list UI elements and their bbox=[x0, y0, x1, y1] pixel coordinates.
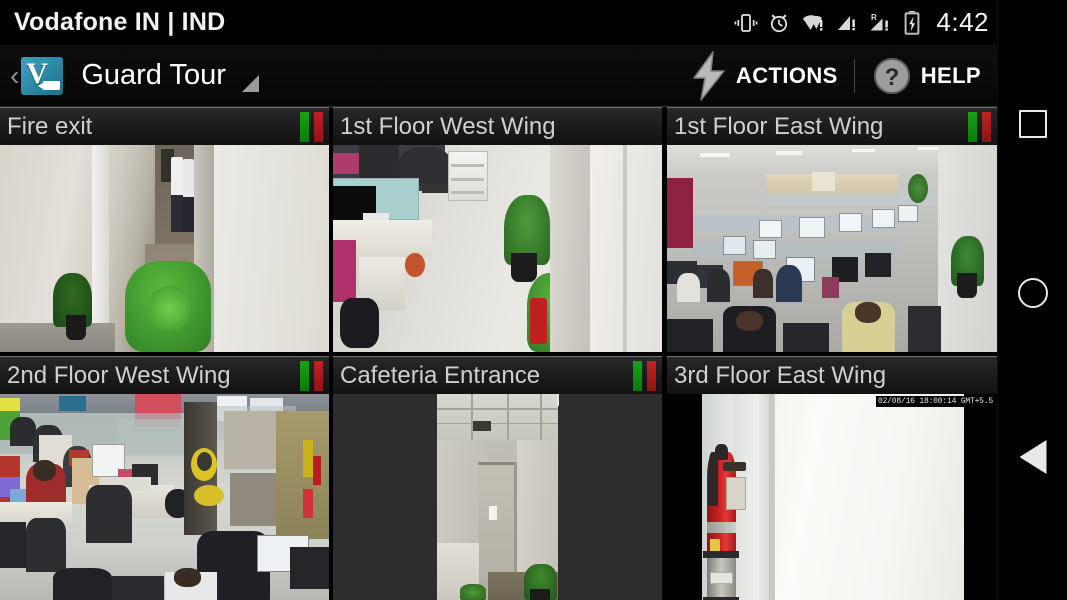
video-frame-open-office bbox=[667, 145, 997, 352]
android-screen: Vodafone IN | IND R 4:42 ‹ V Guard Tour … bbox=[0, 0, 1067, 600]
camera-name-label: Cafeteria Entrance bbox=[340, 361, 541, 389]
camera-video-view[interactable] bbox=[0, 394, 329, 600]
camera-row: 2nd Floor West Wing Cafeteria Entrance 3… bbox=[0, 356, 997, 600]
status-icon-tray: R 4:42 bbox=[734, 7, 989, 38]
camera-name-label: 1st Floor West Wing bbox=[340, 112, 556, 140]
camera-video-view[interactable] bbox=[667, 145, 997, 352]
camera-tile-1st-floor-east-wing[interactable]: 1st Floor East Wing bbox=[667, 107, 997, 352]
app-logo-icon[interactable]: V bbox=[21, 56, 64, 95]
camera-grid: Fire exit 1st Floor West Wing 1st Floor … bbox=[0, 107, 997, 600]
camera-status-indicator bbox=[300, 112, 323, 142]
video-frame-workstations bbox=[0, 394, 329, 600]
video-frame-extinguisher: 02/08/16 18:00:14 GMT+5.5 bbox=[667, 394, 997, 600]
camera-name-label: 1st Floor East Wing bbox=[674, 112, 884, 140]
camera-row: Fire exit 1st Floor West Wing 1st Floor … bbox=[0, 107, 997, 352]
app-bar: ‹ V Guard Tour ACTIONS ? HELP bbox=[0, 45, 997, 107]
actions-label: ACTIONS bbox=[735, 62, 838, 88]
chevron-down-icon[interactable] bbox=[241, 75, 259, 92]
status-bar: Vodafone IN | IND R 4:42 bbox=[0, 0, 997, 45]
camera-header: 1st Floor West Wing bbox=[333, 107, 662, 145]
question-mark-circle-icon: ? bbox=[873, 57, 910, 94]
carrier-label: Vodafone IN | IND bbox=[14, 8, 226, 36]
status-bar-green bbox=[300, 112, 309, 142]
camera-header: 3rd Floor East Wing bbox=[667, 356, 997, 394]
svg-text:R: R bbox=[871, 13, 877, 22]
camera-tile-2nd-floor-west-wing[interactable]: 2nd Floor West Wing bbox=[0, 356, 329, 600]
camera-video-view[interactable] bbox=[333, 145, 662, 352]
status-bar-green bbox=[633, 361, 642, 391]
camera-tile-cafeteria-entrance[interactable]: Cafeteria Entrance bbox=[333, 356, 662, 600]
camera-video-view[interactable] bbox=[0, 145, 329, 352]
status-bar-green bbox=[300, 361, 309, 391]
actions-button[interactable]: ACTIONS bbox=[682, 45, 844, 107]
home-circle-icon[interactable] bbox=[1017, 278, 1048, 308]
status-bar-red bbox=[314, 361, 323, 391]
vibrate-icon bbox=[734, 13, 758, 32]
camera-tile-1st-floor-west-wing[interactable]: 1st Floor West Wing bbox=[333, 107, 662, 352]
camera-header: Fire exit bbox=[0, 107, 329, 145]
page-title: Guard Tour bbox=[81, 59, 226, 91]
camera-header: Cafeteria Entrance bbox=[333, 356, 662, 394]
camera-status-indicator bbox=[300, 361, 323, 391]
camera-name-label: 3rd Floor East Wing bbox=[674, 361, 887, 389]
app-bar-actions: ACTIONS ? HELP bbox=[682, 45, 987, 107]
camera-status-indicator bbox=[633, 361, 656, 391]
status-bar-red bbox=[314, 112, 323, 142]
roaming-signal-warning-icon: R bbox=[870, 13, 889, 31]
clock-label: 4:42 bbox=[936, 7, 989, 37]
up-chevron-icon[interactable]: ‹ bbox=[10, 61, 19, 90]
video-frame-corridor bbox=[0, 145, 329, 352]
camera-video-view[interactable]: 02/08/16 18:00:14 GMT+5.5 bbox=[667, 394, 997, 600]
camera-tile-3rd-floor-east-wing[interactable]: 3rd Floor East Wing 02/08/16 18:00:14 GM… bbox=[667, 356, 997, 600]
video-frame-doorway bbox=[333, 394, 662, 600]
toolbar-divider bbox=[853, 58, 855, 93]
status-bar-red bbox=[647, 361, 656, 391]
camera-video-view[interactable] bbox=[333, 394, 662, 600]
svg-text:?: ? bbox=[884, 64, 899, 91]
lightning-bolt-icon bbox=[693, 50, 725, 101]
back-triangle-icon[interactable] bbox=[1019, 440, 1046, 474]
camera-name-label: Fire exit bbox=[7, 112, 93, 140]
wifi-warning-icon bbox=[803, 14, 823, 31]
camera-glyph-icon bbox=[38, 80, 61, 90]
camera-header: 2nd Floor West Wing bbox=[0, 356, 329, 394]
battery-charging-icon bbox=[904, 10, 920, 35]
camera-name-label: 2nd Floor West Wing bbox=[7, 361, 231, 389]
camera-header: 1st Floor East Wing bbox=[667, 107, 997, 145]
camera-tile-fire-exit[interactable]: Fire exit bbox=[0, 107, 329, 352]
recents-square-icon[interactable] bbox=[1018, 110, 1047, 138]
alarm-icon bbox=[771, 13, 788, 32]
help-label: HELP bbox=[920, 62, 981, 88]
video-frame-office-aisle bbox=[333, 145, 662, 352]
camera-status-indicator bbox=[968, 112, 991, 142]
status-bar-green bbox=[968, 112, 977, 142]
help-button[interactable]: ? HELP bbox=[865, 45, 987, 107]
video-timestamp-overlay: 02/08/16 18:00:14 GMT+5.5 bbox=[875, 396, 995, 407]
signal-warning-icon bbox=[838, 15, 856, 30]
status-bar-red bbox=[982, 112, 991, 142]
android-navigation-bar bbox=[997, 0, 1067, 600]
